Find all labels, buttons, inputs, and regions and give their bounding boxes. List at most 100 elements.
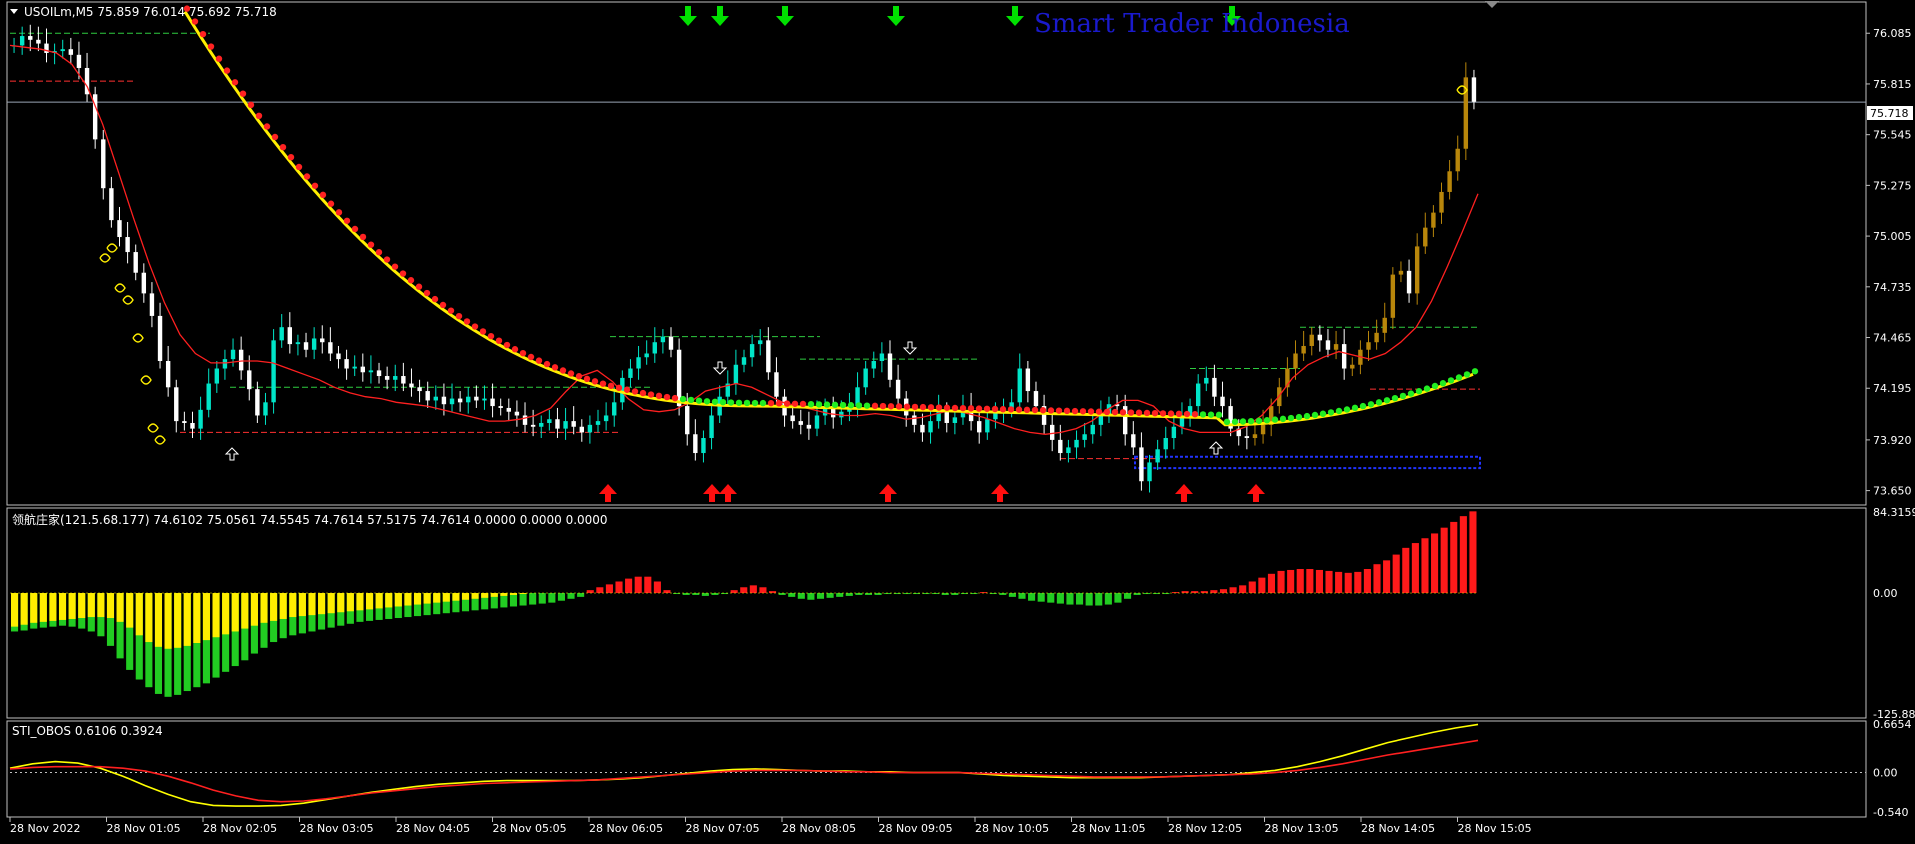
candle-body: [1341, 344, 1347, 369]
osc-bar: [1076, 593, 1084, 605]
candle-body: [612, 402, 617, 416]
candle-body: [806, 424, 812, 429]
trend-dot: [383, 256, 391, 263]
time-tick-label: 28 Nov 08:05: [782, 822, 856, 835]
trend-dot: [759, 399, 767, 407]
candle-body: [320, 338, 325, 343]
osc-bar: [509, 593, 518, 607]
trend-dot: [279, 143, 287, 151]
trend-dot: [847, 402, 855, 409]
current-price-label: 75.718: [1870, 107, 1909, 120]
candle-body: [1398, 270, 1404, 275]
trend-dot: [351, 225, 359, 233]
trend-dot: [1183, 410, 1191, 418]
symbol-header: USOILm,M5 75.859 76.014 75.692 75.718: [24, 5, 277, 19]
osc-bar: [1421, 538, 1429, 594]
osc-overlay-bar: [30, 593, 38, 623]
collapse-triangle-icon[interactable]: [10, 9, 18, 14]
time-tick-label: 28 Nov 13:05: [1265, 822, 1339, 835]
candle-body: [206, 383, 211, 410]
candle-body: [409, 383, 414, 388]
osc-bar: [826, 593, 834, 598]
trend-dot: [623, 386, 631, 393]
candle-body: [1074, 439, 1079, 448]
candle-body: [1204, 377, 1209, 384]
trend-dot: [863, 402, 871, 409]
osc-bar: [1239, 585, 1247, 594]
buy-arrow-icon: [1247, 484, 1265, 502]
signal-arrow-icon: [902, 341, 918, 355]
osc-bar: [577, 593, 585, 597]
osc-overlay-bar: [231, 593, 239, 632]
candle-body: [790, 415, 795, 422]
candle-body: [101, 139, 106, 189]
candle-body: [1293, 353, 1298, 369]
candle-body: [125, 237, 130, 253]
osc-overlay-bar: [68, 593, 76, 619]
candle-body: [701, 438, 706, 454]
trend-dot: [311, 182, 319, 189]
candle-body: [255, 389, 260, 416]
candle-body: [174, 387, 179, 422]
trend-dot: [935, 404, 943, 411]
osc-bar: [1018, 593, 1026, 599]
trend-dot: [599, 380, 607, 387]
trend-dot: [463, 318, 471, 325]
trend-dot: [1455, 374, 1463, 381]
candle-body: [628, 368, 633, 378]
osc-bar: [557, 593, 565, 601]
candle-body: [1049, 424, 1055, 440]
trend-dot: [687, 396, 695, 404]
trend-dot: [191, 18, 199, 25]
candle-body: [149, 293, 155, 316]
osc-overlay-bar: [135, 593, 143, 636]
candle-body: [749, 344, 755, 358]
trend-dot: [1071, 407, 1079, 415]
candle-body: [1179, 417, 1185, 427]
osc-bar: [759, 587, 767, 594]
trend-dot: [1439, 380, 1447, 387]
osc-overlay-bar: [481, 593, 489, 598]
trend-dot: [999, 406, 1007, 413]
candle-body: [879, 353, 885, 362]
osc-overlay-bar: [413, 593, 422, 605]
trend-dot: [199, 30, 207, 38]
trend-dot: [271, 133, 279, 141]
candle-body: [733, 364, 739, 384]
candle-body: [1382, 317, 1387, 333]
candle-body: [368, 370, 374, 373]
trend-dot: [1327, 409, 1335, 416]
candle-body: [117, 220, 122, 238]
osc-overlay-bar: [289, 593, 297, 618]
price-tick-label: 75.545: [1873, 129, 1912, 142]
signal-arrow-icon: [712, 361, 728, 375]
trend-dot: [535, 357, 543, 364]
trend-dot: [207, 43, 215, 50]
candle-body: [668, 336, 674, 350]
candle-body: [141, 272, 147, 294]
trend-dot: [511, 346, 519, 353]
osc-overlay-bar: [442, 593, 450, 602]
candle-body: [1366, 342, 1371, 350]
trend-dot: [1303, 412, 1311, 420]
osc-bar: [1085, 593, 1093, 606]
time-tick-label: 28 Nov 10:05: [975, 822, 1049, 835]
osc-bar: [1123, 593, 1132, 599]
osc-overlay-bar: [490, 593, 498, 597]
trend-dot: [967, 405, 975, 412]
trend-dot: [1295, 413, 1303, 421]
trend-dot: [1351, 404, 1359, 412]
scroll-marker-icon[interactable]: [1485, 1, 1499, 8]
time-tick-label: 28 Nov 15:05: [1458, 822, 1532, 835]
trend-dot: [631, 388, 639, 395]
candle-body: [652, 342, 657, 354]
trend-dot: [255, 112, 263, 120]
osc-bar: [1277, 570, 1285, 594]
watermark-title: Smart Trader Indonesia: [1034, 9, 1350, 39]
osc-overlay-bar: [298, 593, 306, 617]
trend-dot: [1231, 418, 1239, 425]
osc-bar: [1296, 569, 1304, 594]
trend-dot: [1311, 411, 1319, 419]
osc-overlay-bar: [202, 593, 210, 641]
candle-body: [709, 415, 714, 439]
